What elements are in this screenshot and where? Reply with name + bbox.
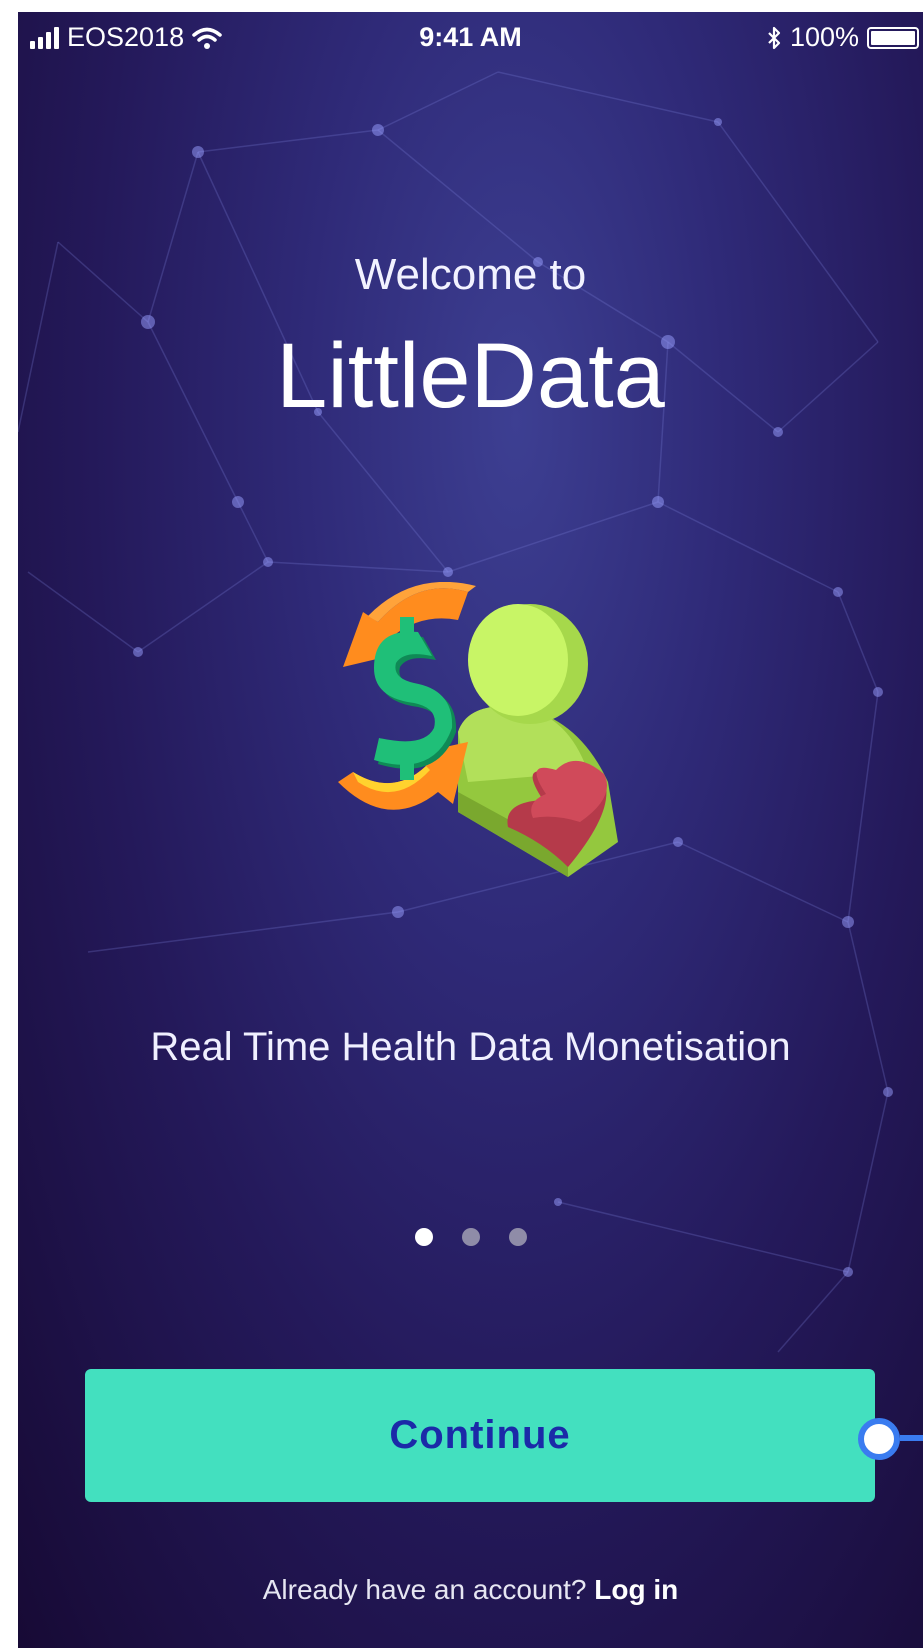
page-indicator[interactable] — [18, 1228, 923, 1246]
login-prompt: Already have an account? Log in — [18, 1574, 923, 1606]
bluetooth-icon — [768, 26, 781, 49]
welcome-greeting: Welcome to — [354, 250, 587, 299]
status-right: 100% — [766, 22, 919, 53]
page-dot-2[interactable] — [461, 1228, 480, 1246]
continue-button[interactable]: Continue — [85, 1369, 875, 1502]
status-bar: EOS2018 9:41 AM 100% — [18, 12, 923, 64]
battery-icon — [867, 26, 919, 49]
app-name: LittleData — [276, 325, 665, 427]
health-money-illustration — [338, 582, 618, 877]
battery-percent: 100% — [789, 22, 859, 52]
login-link[interactable]: Log in — [594, 1574, 678, 1605]
connector-handle[interactable] — [858, 1418, 900, 1460]
connector-line — [900, 1435, 923, 1441]
page-dot-3[interactable] — [508, 1228, 527, 1246]
page-dot-1[interactable] — [414, 1228, 433, 1246]
onboarding-screen: EOS2018 9:41 AM 100% Welcome to LittleDa… — [18, 12, 923, 1648]
tagline: Real Time Health Data Monetisation — [150, 1025, 791, 1069]
account-prompt-text: Already have an account? — [262, 1574, 587, 1605]
